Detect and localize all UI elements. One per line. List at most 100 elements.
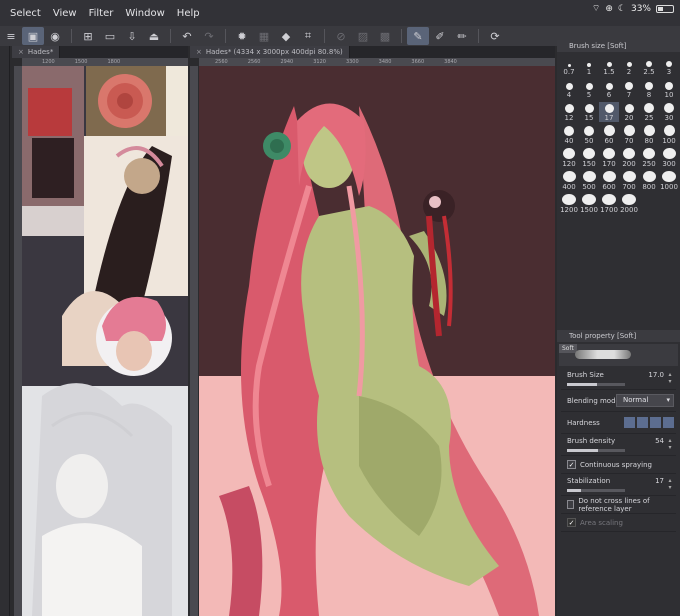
brush-size-option[interactable]: 1500 [579, 194, 599, 214]
battery-icon [656, 4, 674, 13]
brush-size-option[interactable]: 5 [579, 79, 599, 99]
pen-tool-icon[interactable]: ✎ [407, 27, 429, 45]
settings-icon[interactable]: ✹ [231, 27, 253, 45]
brush-size-option[interactable]: 120 [559, 148, 579, 168]
brush-tool-icon[interactable]: ✐ [429, 27, 451, 45]
size-dot-icon [602, 171, 616, 182]
brush-size-option[interactable]: 700 [619, 171, 639, 191]
brush-size-option[interactable]: 0.7 [559, 56, 579, 76]
main-canvas[interactable] [199, 66, 555, 616]
clear-icon[interactable]: ▦ [253, 27, 275, 45]
brush-size-option[interactable]: 6 [599, 79, 619, 99]
brush-size-option[interactable]: 1700 [599, 194, 619, 214]
divider [401, 29, 402, 43]
tab-reference[interactable]: × Hades* [12, 46, 61, 58]
menu-icon[interactable]: ≡ [0, 27, 22, 45]
marker-tool-icon[interactable]: ✏ [451, 27, 473, 45]
size-dot-icon [603, 148, 615, 159]
brush-size-option[interactable]: 1.5 [599, 56, 619, 76]
selection-icon[interactable]: ▩ [374, 27, 396, 45]
reference-collage [22, 66, 188, 616]
hardness-selector[interactable] [624, 417, 674, 428]
brush-size-option[interactable]: 200 [619, 148, 639, 168]
checkmark-icon[interactable]: ✓ [567, 518, 576, 527]
brush-size-option[interactable]: 8 [639, 79, 659, 99]
brush-size-option[interactable]: 30 [659, 102, 679, 122]
quick-access-icon[interactable]: ⟳ [484, 27, 506, 45]
stabilization-slider[interactable] [567, 489, 625, 492]
size-dot-icon [664, 103, 674, 113]
brush-size-option[interactable]: 7 [619, 79, 639, 99]
brush-size-row[interactable]: Brush Size 17.0 ▴ ▾ [561, 368, 676, 390]
brush-size-option[interactable]: 250 [639, 148, 659, 168]
brush-size-option[interactable]: 100 [659, 125, 679, 145]
brush-density-row[interactable]: Brush density 54 ▴ ▾ [561, 434, 676, 456]
brush-size-option[interactable]: 10 [659, 79, 679, 99]
brush-size-option[interactable]: 1200 [559, 194, 579, 214]
tab-main-canvas[interactable]: × Hades* (4334 x 3000px 400dpi 80.8%) [190, 46, 350, 58]
brush-size-option[interactable]: 400 [559, 171, 579, 191]
brush-size-option[interactable]: 80 [639, 125, 659, 145]
brush-size-option[interactable]: 2.5 [639, 56, 659, 76]
brush-size-option[interactable]: 70 [619, 125, 639, 145]
close-icon[interactable]: × [196, 48, 202, 56]
eye-icon[interactable]: ◉ [44, 27, 66, 45]
redo-icon[interactable]: ↷ [198, 27, 220, 45]
area-scaling-row[interactable]: ✓ Area scaling [561, 514, 676, 532]
menu-filter[interactable]: Filter [83, 8, 120, 19]
size-dot-icon [562, 194, 576, 205]
wifi-icon: ⌔ [591, 4, 601, 14]
deselect-icon[interactable]: ⊘ [330, 27, 352, 45]
brush-size-option[interactable]: 40 [559, 125, 579, 145]
continuous-spraying-checkbox[interactable]: ✓ Continuous spraying [561, 456, 676, 474]
checkmark-icon[interactable]: ✓ [567, 460, 576, 469]
brush-size-option[interactable]: 1000 [659, 171, 679, 191]
invert-selection-icon[interactable]: ▨ [352, 27, 374, 45]
brush-density-slider[interactable] [567, 449, 625, 452]
stabilization-row[interactable]: Stabilization 17 ▴ ▾ [561, 474, 676, 496]
stepper-icon[interactable]: ▴ ▾ [666, 477, 674, 491]
brush-size-option[interactable]: 2000 [619, 194, 639, 214]
stepper-icon[interactable]: ▴ ▾ [666, 437, 674, 451]
brush-size-option[interactable]: 20 [619, 102, 639, 122]
brush-size-option[interactable]: 3 [659, 56, 679, 76]
reference-ruler: 1200 1500 1800 [22, 58, 188, 66]
reference-canvas[interactable] [22, 66, 188, 616]
blending-mode-select[interactable]: Normal [616, 394, 674, 407]
brush-size-option[interactable]: 25 [639, 102, 659, 122]
size-dot-icon [666, 61, 672, 67]
menu-help[interactable]: Help [171, 8, 206, 19]
brush-size-option[interactable]: 50 [579, 125, 599, 145]
brush-size-option[interactable]: 300 [659, 148, 679, 168]
new-file-icon[interactable]: ⊞ [77, 27, 99, 45]
fill-icon[interactable]: ◆ [275, 27, 297, 45]
battery-percent: 33% [630, 3, 651, 14]
layout-icon[interactable]: ▣ [22, 27, 44, 45]
brush-size-option[interactable]: 500 [579, 171, 599, 191]
size-dot-icon [623, 125, 635, 136]
brush-size-option[interactable]: 17 [599, 102, 619, 122]
crop-icon[interactable]: ⌗ [297, 27, 319, 45]
brush-size-option[interactable]: 12 [559, 102, 579, 122]
brush-size-option[interactable]: 150 [579, 148, 599, 168]
close-icon[interactable]: × [18, 48, 24, 56]
stepper-icon[interactable]: ▴ ▾ [666, 371, 674, 385]
open-folder-icon[interactable]: ▭ [99, 27, 121, 45]
menu-select[interactable]: Select [0, 8, 47, 19]
no-cross-lines-checkbox[interactable]: Do not cross lines of reference layer [561, 496, 676, 514]
brush-size-slider[interactable] [567, 383, 625, 386]
brush-size-option[interactable]: 15 [579, 102, 599, 122]
save-icon[interactable]: ⇩ [121, 27, 143, 45]
export-icon[interactable]: ⏏ [143, 27, 165, 45]
undo-icon[interactable]: ↶ [176, 27, 198, 45]
menu-view[interactable]: View [47, 8, 83, 19]
brush-size-option[interactable]: 600 [599, 171, 619, 191]
brush-size-option[interactable]: 60 [599, 125, 619, 145]
brush-size-option[interactable]: 800 [639, 171, 659, 191]
brush-size-option[interactable]: 4 [559, 79, 579, 99]
menu-window[interactable]: Window [119, 8, 170, 19]
brush-size-option[interactable]: 1 [579, 56, 599, 76]
brush-size-option[interactable]: 2 [619, 56, 639, 76]
tool-property-header: Tool property [Soft] [557, 330, 680, 342]
brush-size-option[interactable]: 170 [599, 148, 619, 168]
